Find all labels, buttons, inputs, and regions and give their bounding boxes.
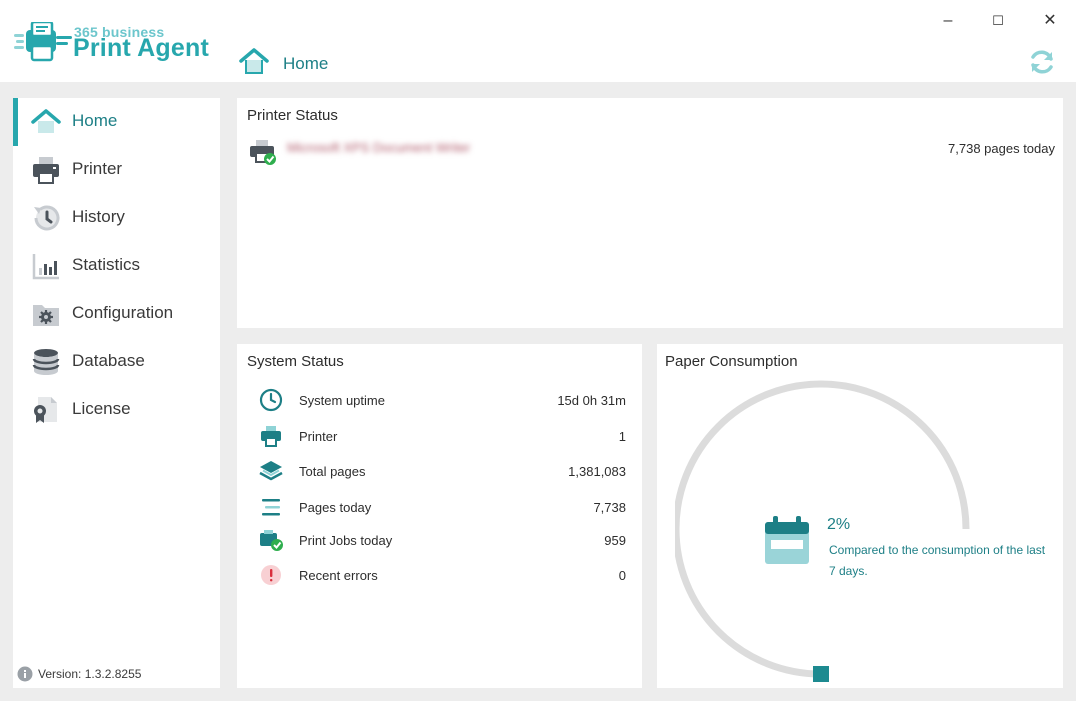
consumption-description: Compared to the consumption of the last … <box>829 543 1046 578</box>
printer-icon <box>261 426 281 447</box>
stat-row-recent-errors: Recent errors 0 <box>237 560 642 590</box>
panel-title: Paper Consumption <box>665 353 798 370</box>
panel-title: System Status <box>247 353 344 370</box>
stat-label: Printer <box>299 429 338 444</box>
sidebar-item-license[interactable]: License <box>13 386 220 434</box>
sidebar-item-label: Statistics <box>72 255 141 274</box>
error-icon <box>261 565 281 585</box>
printer-ok-icon <box>250 140 276 165</box>
stat-value: 1 <box>618 429 626 444</box>
gauge-value-marker <box>813 666 829 682</box>
brand-title: Print Agent <box>73 34 209 62</box>
stat-row-print-jobs: Print Jobs today 959 <box>237 525 642 555</box>
printer-logo-icon <box>14 22 72 62</box>
system-status-panel: System Status System uptime 15d 0h 31m P… <box>237 344 642 688</box>
version-label: Version: 1.3.2.8255 <box>38 667 142 681</box>
home-icon <box>239 48 269 74</box>
history-icon <box>34 205 60 231</box>
sidebar-item-statistics[interactable]: Statistics <box>13 242 220 290</box>
page-title: Home <box>283 54 329 73</box>
consumption-percent: 2% <box>827 516 851 533</box>
sidebar-item-label: Home <box>72 111 118 130</box>
print-jobs-icon <box>260 530 283 551</box>
stat-label: System uptime <box>299 393 385 408</box>
info-icon <box>17 666 33 682</box>
stat-label: Print Jobs today <box>299 533 393 548</box>
stat-label: Recent errors <box>299 568 378 583</box>
layers-icon <box>259 461 283 481</box>
clock-icon <box>259 388 283 412</box>
stat-value: 15d 0h 31m <box>557 393 626 408</box>
stat-value: 0 <box>618 568 626 583</box>
consumption-gauge <box>675 380 970 682</box>
statistics-icon <box>32 254 59 280</box>
active-indicator <box>13 98 18 146</box>
stat-row-pages-today: Pages today 7,738 <box>237 492 642 522</box>
sidebar-item-label: Printer <box>72 159 123 178</box>
sidebar: Home Printer History Statistics Configur… <box>13 98 220 688</box>
printer-icon <box>33 157 59 184</box>
gauge-track <box>675 380 970 678</box>
stat-value: 7,738 <box>593 500 626 515</box>
printer-pages-today: 7,738 pages today <box>948 141 1055 156</box>
sidebar-item-label: History <box>72 207 125 226</box>
calendar-icon <box>765 516 809 564</box>
stat-row-printer: Printer 1 <box>237 421 642 451</box>
sidebar-item-label: License <box>72 399 131 418</box>
panel-title: Printer Status <box>247 107 338 124</box>
sidebar-item-printer[interactable]: Printer <box>13 146 220 194</box>
license-icon <box>34 397 57 423</box>
printer-name[interactable]: Microsoft XPS Document Writer <box>287 140 487 156</box>
stat-value: 959 <box>604 533 626 548</box>
stat-value: 1,381,083 <box>568 464 626 479</box>
sidebar-item-label: Database <box>72 351 145 370</box>
sidebar-item-configuration[interactable]: Configuration <box>13 290 220 338</box>
stat-label: Total pages <box>299 464 366 479</box>
close-button[interactable]: ✕ <box>1038 10 1062 32</box>
sidebar-item-database[interactable]: Database <box>13 338 220 386</box>
printer-status-panel: Printer Status Microsoft XPS Document Wr… <box>237 98 1063 328</box>
configuration-icon <box>33 305 59 326</box>
title-bar: 365 business Print Agent Home – ☐ ✕ <box>0 0 1076 82</box>
sidebar-item-history[interactable]: History <box>13 194 220 242</box>
stat-label: Pages today <box>299 500 372 515</box>
sidebar-item-home[interactable]: Home <box>13 98 220 146</box>
maximize-button[interactable]: ☐ <box>986 10 1010 32</box>
sidebar-item-label: Configuration <box>72 303 174 322</box>
lines-icon <box>262 499 280 516</box>
home-icon <box>31 109 61 133</box>
paper-consumption-panel: Paper Consumption 2% Compared to the con… <box>657 344 1063 688</box>
database-icon <box>32 349 60 375</box>
refresh-icon[interactable] <box>1028 48 1056 76</box>
minimize-button[interactable]: – <box>936 10 960 32</box>
stat-row-total-pages: Total pages 1,381,083 <box>237 456 642 486</box>
stat-row-uptime: System uptime 15d 0h 31m <box>237 385 642 415</box>
